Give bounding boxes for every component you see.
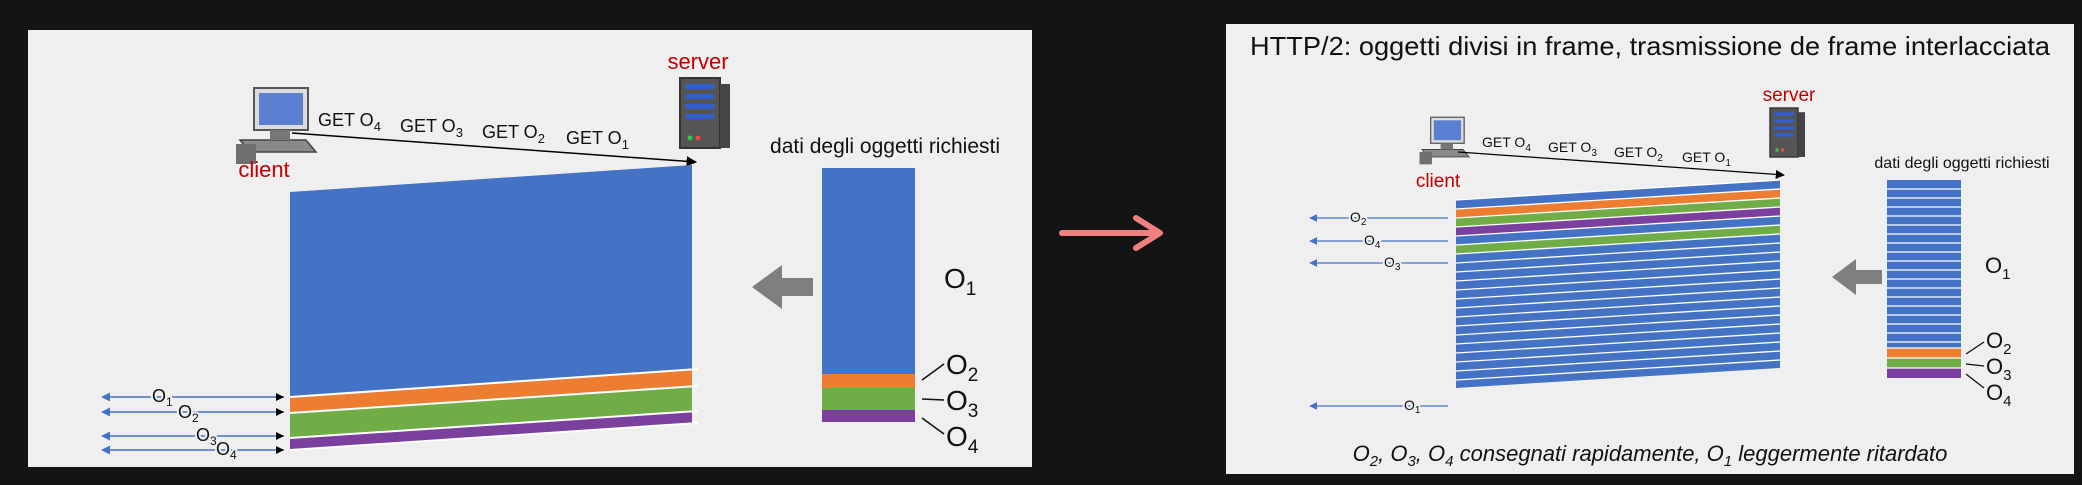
server-icon: [679, 77, 730, 149]
stream-o1: [290, 165, 692, 397]
server-label: server: [667, 49, 728, 74]
server-label: server: [1763, 85, 1816, 106]
server-icon: [1769, 107, 1805, 158]
left-panel: client server GET O4 GET O3 GET O2 GET O…: [28, 30, 1032, 467]
client-label: client: [1416, 171, 1461, 192]
transition-arrow-icon: [1059, 215, 1163, 251]
response-stream: [289, 165, 699, 451]
footer-caption: O2, O3, O4 consegnati rapidamente, O1 le…: [1353, 441, 1948, 470]
object-block-o4: [822, 410, 915, 422]
objects-caption: dati degli oggetti richiesti: [770, 135, 1000, 158]
client-label: client: [238, 157, 289, 182]
right-panel-title: HTTP/2: oggetti divisi in frame, trasmis…: [1250, 31, 2051, 61]
objects-bar: [822, 168, 915, 422]
object-block-o2: [822, 374, 915, 388]
object-block-o4: [1887, 368, 1961, 378]
object-block-o2: [1887, 348, 1961, 358]
response-stream: [1455, 179, 1781, 388]
object-block-o1: [1887, 180, 1961, 348]
objects-bar: [1887, 180, 1961, 378]
object-block-o3: [1887, 358, 1961, 368]
objects-caption: dati degli oggetti richiesti: [1874, 155, 2049, 172]
object-block-o1: [822, 168, 915, 374]
right-panel: HTTP/2: oggetti divisi in frame, trasmis…: [1226, 24, 2074, 474]
object-block-o3: [822, 388, 915, 410]
diagram-canvas: client server GET O4 GET O3 GET O2 GET O…: [28, 24, 2074, 474]
